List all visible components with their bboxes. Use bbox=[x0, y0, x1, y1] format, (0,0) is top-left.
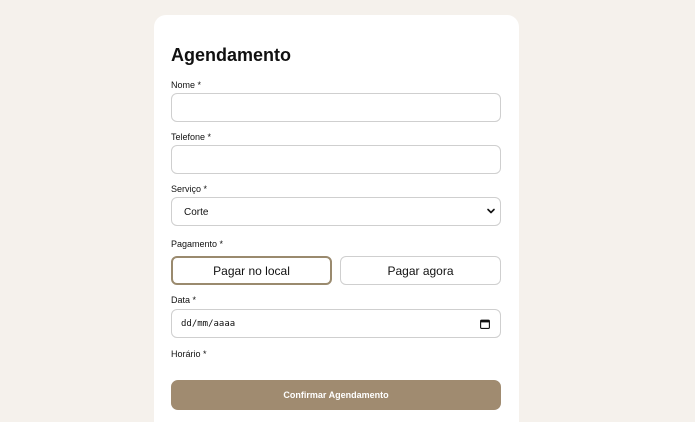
calendar-icon[interactable] bbox=[480, 319, 490, 329]
pagamento-label: Pagamento * bbox=[171, 239, 224, 249]
pay-on-site-button[interactable]: Pagar no local bbox=[171, 256, 332, 285]
pay-now-button[interactable]: Pagar agora bbox=[340, 256, 501, 285]
nome-label: Nome * bbox=[171, 80, 202, 90]
page-title: Agendamento bbox=[171, 45, 292, 65]
confirm-booking-button[interactable]: Confirmar Agendamento bbox=[171, 380, 501, 410]
date-input[interactable]: dd/mm/aaaa bbox=[171, 309, 501, 338]
data-label: Data * bbox=[171, 295, 197, 305]
nome-input[interactable] bbox=[171, 93, 501, 122]
telefone-input[interactable] bbox=[171, 145, 501, 174]
servico-select[interactable]: Corte bbox=[171, 197, 501, 226]
servico-label: Serviço * bbox=[171, 184, 208, 194]
date-placeholder: dd/mm/aaaa bbox=[181, 319, 236, 329]
horario-label: Horário * bbox=[171, 349, 207, 359]
telefone-label: Telefone * bbox=[171, 132, 212, 142]
booking-card: Agendamento Nome * Telefone * Serviço * … bbox=[154, 15, 519, 422]
servico-selected-value: Corte bbox=[184, 207, 209, 218]
chevron-down-icon bbox=[487, 208, 495, 214]
